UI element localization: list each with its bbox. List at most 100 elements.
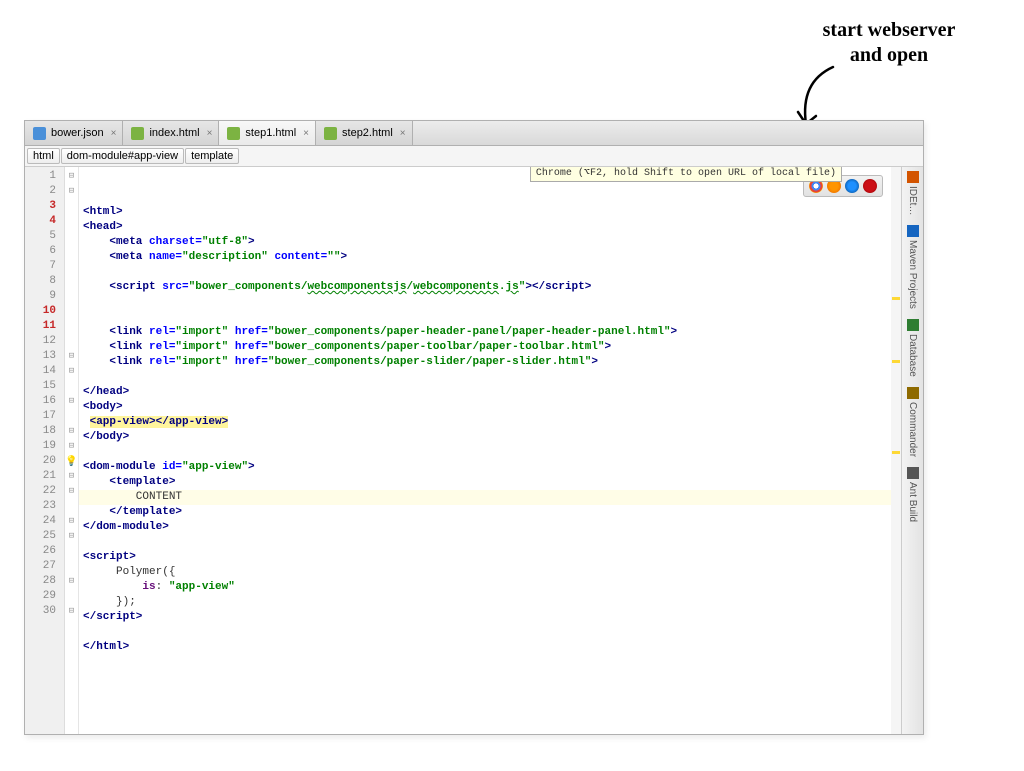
breadcrumb-segment[interactable]: template (185, 148, 239, 164)
close-icon[interactable]: × (303, 128, 309, 139)
line-number[interactable]: 3 (25, 199, 64, 214)
code-line[interactable]: </script> (79, 610, 923, 625)
close-icon[interactable]: × (111, 128, 117, 139)
fold-toggle-icon[interactable] (65, 424, 78, 439)
line-number[interactable]: 4 (25, 214, 64, 229)
code-line[interactable]: <app-view></app-view> (79, 415, 923, 430)
line-number[interactable]: 13 (25, 349, 64, 364)
code-line[interactable]: <meta charset="utf-8"> (79, 235, 923, 250)
fold-toggle-icon[interactable] (65, 394, 78, 409)
code-line[interactable] (79, 370, 923, 385)
code-line[interactable]: <html> (79, 205, 923, 220)
warning-marker[interactable] (892, 360, 900, 363)
line-number[interactable]: 2 (25, 184, 64, 199)
editor-tab-bower-json[interactable]: bower.json× (25, 121, 123, 145)
line-number[interactable]: 6 (25, 244, 64, 259)
line-number[interactable]: 24 (25, 514, 64, 529)
warning-marker[interactable] (892, 297, 900, 300)
line-number[interactable]: 30 (25, 604, 64, 619)
line-number[interactable]: 29 (25, 589, 64, 604)
close-icon[interactable]: × (207, 128, 213, 139)
line-number[interactable]: 17 (25, 409, 64, 424)
warning-marker[interactable] (892, 451, 900, 454)
code-line[interactable] (79, 295, 923, 310)
line-number[interactable]: 11 (25, 319, 64, 334)
code-line[interactable]: <head> (79, 220, 923, 235)
code-line[interactable]: <meta name="description" content=""> (79, 250, 923, 265)
line-number[interactable]: 10 (25, 304, 64, 319)
breadcrumb-segment[interactable]: html (27, 148, 60, 164)
code-line[interactable]: Polymer({ (79, 565, 923, 580)
line-number[interactable]: 18 (25, 424, 64, 439)
line-number[interactable]: 21 (25, 469, 64, 484)
code-line[interactable] (79, 445, 923, 460)
breadcrumb-segment[interactable]: dom-module#app-view (61, 148, 184, 164)
code-line[interactable]: </head> (79, 385, 923, 400)
intention-bulb-icon[interactable] (65, 454, 78, 469)
code-line[interactable]: </dom-module> (79, 520, 923, 535)
code-line[interactable]: is: "app-view" (79, 580, 923, 595)
code-line[interactable]: <dom-module id="app-view"> (79, 460, 923, 475)
line-number[interactable]: 8 (25, 274, 64, 289)
line-number[interactable]: 19 (25, 439, 64, 454)
tool-window-button[interactable]: IDEt… (907, 171, 919, 215)
fold-toggle-icon[interactable] (65, 169, 78, 184)
line-number[interactable]: 16 (25, 394, 64, 409)
safari-icon[interactable] (845, 179, 859, 193)
tool-label: IDEt… (907, 186, 918, 215)
code-line[interactable]: </template> (79, 505, 923, 520)
fold-toggle-icon[interactable] (65, 184, 78, 199)
browser-preview-panel: Chrome (⌥F2, hold Shift to open URL of l… (803, 175, 883, 197)
code-editor[interactable]: Chrome (⌥F2, hold Shift to open URL of l… (79, 167, 923, 734)
line-number[interactable]: 12 (25, 334, 64, 349)
line-number[interactable]: 9 (25, 289, 64, 304)
code-line[interactable]: <script> (79, 550, 923, 565)
line-number[interactable]: 5 (25, 229, 64, 244)
code-line[interactable] (79, 535, 923, 550)
code-line[interactable]: <body> (79, 400, 923, 415)
editor-tab-index-html[interactable]: index.html× (123, 121, 219, 145)
line-number[interactable]: 22 (25, 484, 64, 499)
fold-toggle-icon[interactable] (65, 484, 78, 499)
code-line[interactable]: </html> (79, 640, 923, 655)
line-number[interactable]: 28 (25, 574, 64, 589)
code-line[interactable]: <link rel="import" href="bower_component… (79, 325, 923, 340)
code-line[interactable]: <template> (79, 475, 923, 490)
fold-toggle-icon[interactable] (65, 574, 78, 589)
code-line[interactable]: <link rel="import" href="bower_component… (79, 355, 923, 370)
line-number[interactable]: 25 (25, 529, 64, 544)
line-number[interactable]: 23 (25, 499, 64, 514)
code-line[interactable] (79, 625, 923, 640)
code-line[interactable]: }); (79, 595, 923, 610)
line-number[interactable]: 20 (25, 454, 64, 469)
editor-tab-step2-html[interactable]: step2.html× (316, 121, 413, 145)
line-number[interactable]: 1 (25, 169, 64, 184)
fold-toggle-icon[interactable] (65, 514, 78, 529)
fold-toggle-icon[interactable] (65, 529, 78, 544)
code-line[interactable]: <link rel="import" href="bower_component… (79, 340, 923, 355)
tool-window-button[interactable]: Commander (907, 387, 919, 457)
code-line[interactable]: CONTENT (79, 490, 923, 505)
code-line[interactable]: <script src="bower_components/webcompone… (79, 280, 923, 295)
fold-toggle-icon[interactable] (65, 349, 78, 364)
tool-window-button[interactable]: Maven Projects (907, 225, 919, 309)
code-line[interactable]: </body> (79, 430, 923, 445)
editor-tab-step1-html[interactable]: step1.html× (219, 121, 316, 145)
fold-toggle-icon[interactable] (65, 364, 78, 379)
line-number[interactable]: 7 (25, 259, 64, 274)
fold-toggle-icon[interactable] (65, 439, 78, 454)
tool-window-button[interactable]: Ant Build (907, 467, 919, 522)
tool-window-button[interactable]: Database (907, 319, 919, 377)
fold-toggle-icon[interactable] (65, 604, 78, 619)
line-number[interactable]: 15 (25, 379, 64, 394)
error-marker-strip[interactable] (891, 167, 901, 734)
line-number[interactable]: 27 (25, 559, 64, 574)
opera-icon[interactable] (863, 179, 877, 193)
code-line[interactable] (79, 310, 923, 325)
code-line[interactable] (79, 265, 923, 280)
close-icon[interactable]: × (400, 128, 406, 139)
line-number[interactable]: 14 (25, 364, 64, 379)
fold-toggle-icon[interactable] (65, 469, 78, 484)
line-number[interactable]: 26 (25, 544, 64, 559)
ide-window: bower.json×index.html×step1.html×step2.h… (24, 120, 924, 735)
